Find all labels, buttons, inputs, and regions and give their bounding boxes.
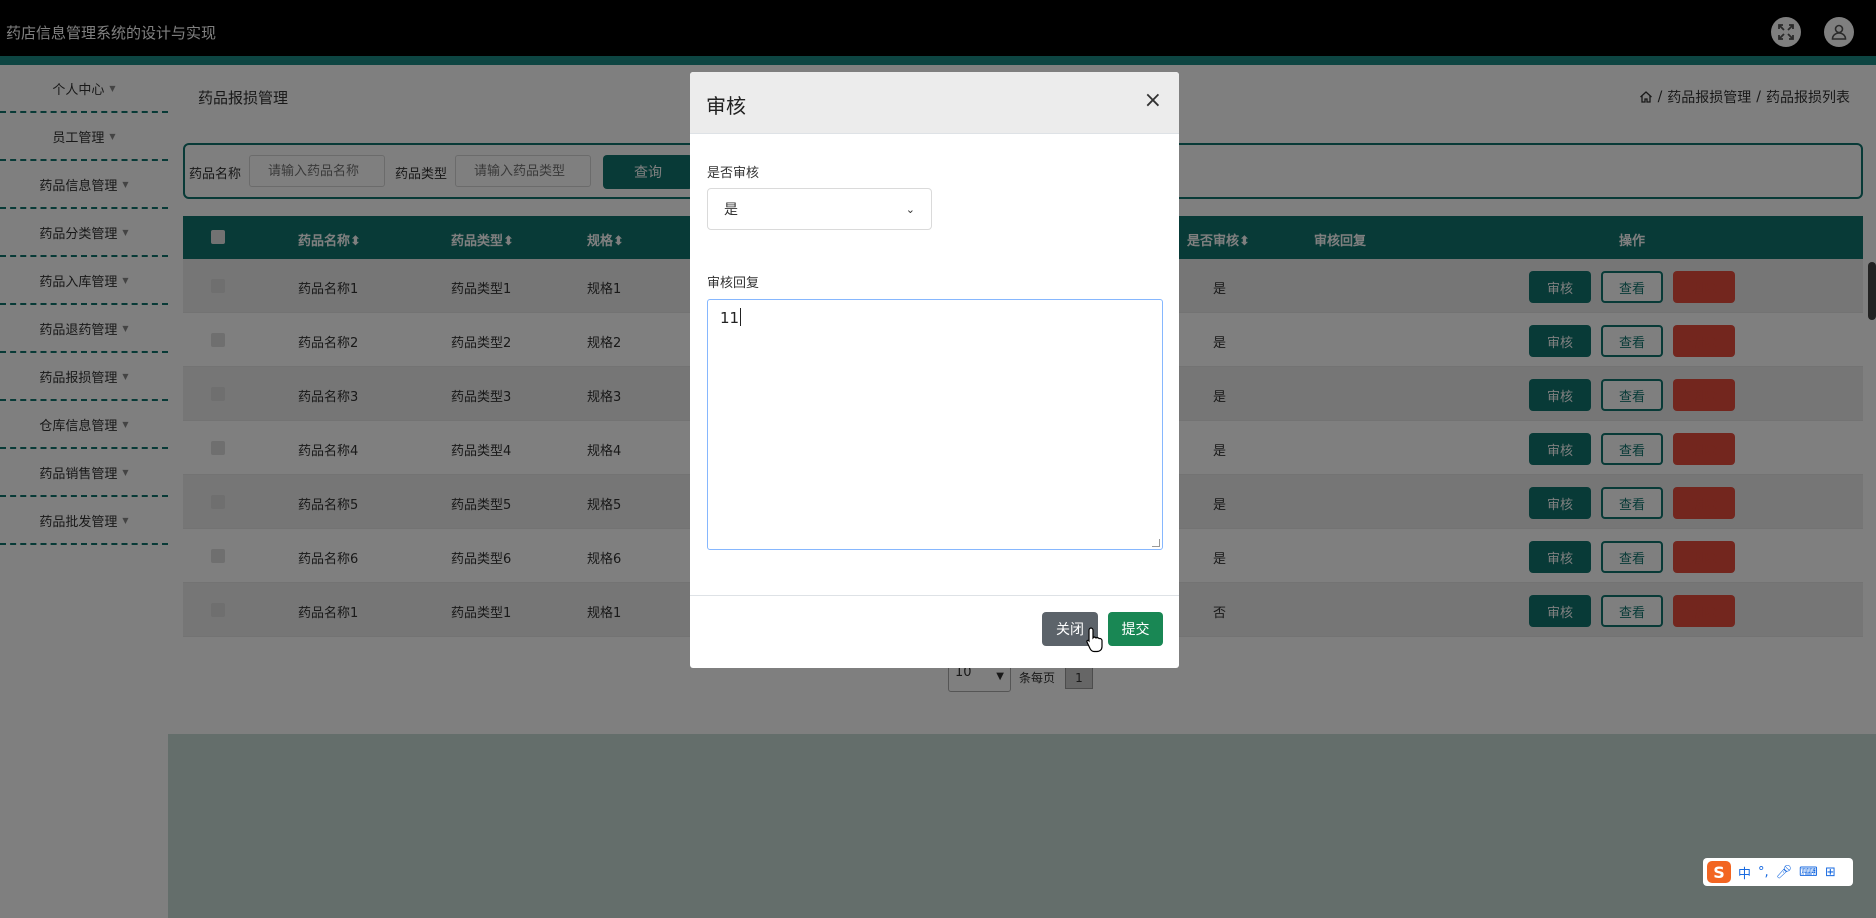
audit-status-select[interactable]: 是 ⌄	[707, 188, 932, 230]
close-icon[interactable]: ×	[1144, 88, 1162, 113]
audit-reply-textarea[interactable]: 11	[707, 299, 1163, 550]
ime-toolbar[interactable]: S 中 °, 🎤︎ ⌨ ⊞	[1703, 858, 1853, 886]
sogou-logo-icon[interactable]: S	[1707, 861, 1731, 883]
modal-footer: 关闭 提交	[690, 595, 1179, 668]
ime-mode-toggle[interactable]: 中	[1738, 863, 1751, 882]
chevron-down-icon: ⌄	[905, 202, 915, 216]
text-cursor	[740, 308, 742, 326]
audit-reply-label: 审核回复	[707, 276, 760, 291]
keyboard-icon[interactable]: ⌨	[1799, 865, 1818, 880]
page-scrollbar[interactable]	[1868, 262, 1876, 320]
modal-header: 审核 ×	[690, 72, 1179, 134]
submit-button[interactable]: 提交	[1108, 612, 1163, 646]
audit-status-label: 是否审核	[707, 166, 760, 181]
ime-toolbox-icon[interactable]: ⊞	[1825, 865, 1836, 880]
modal-title: 审核	[706, 94, 746, 118]
hand-pointer-icon	[1086, 627, 1103, 653]
ime-punctuation-toggle[interactable]: °,	[1758, 865, 1769, 880]
microphone-icon[interactable]: 🎤︎	[1776, 865, 1793, 880]
audit-reply-text: 11	[720, 309, 740, 327]
audit-modal: 审核 × 是否审核 是 ⌄ 审核回复 11 关闭 提交	[690, 72, 1179, 668]
resize-handle-icon[interactable]	[1152, 539, 1160, 547]
audit-status-value: 是	[724, 202, 738, 218]
